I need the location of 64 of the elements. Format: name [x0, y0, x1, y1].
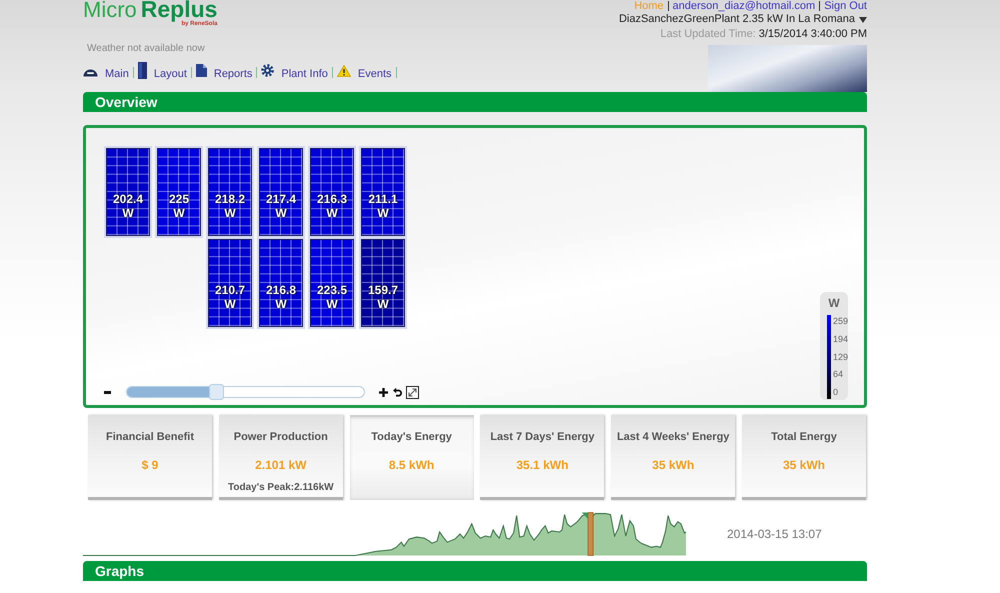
stat-card[interactable]: Total Energy 35 kWh [742, 415, 866, 500]
stat-title: Power Production [234, 430, 328, 444]
legend-tick: 0 [832, 387, 839, 397]
stat-title: Last 7 Days' Energy [490, 430, 594, 444]
stat-card[interactable]: Financial Benefit $ 9 [88, 415, 212, 500]
section-header: Overview [83, 92, 867, 112]
stat-value: 35.1 kWh [516, 458, 568, 472]
stat-value: 8.5 kWh [388, 458, 434, 472]
stat-card[interactable]: Last 4 Weeks' Energy 35 kWh [611, 415, 736, 500]
stat-card[interactable]: Last 7 Days' Energy 35.1 kWh [480, 415, 604, 500]
legend-tick: 129 [832, 352, 848, 362]
stat-title: Last 4 Weeks' Energy [616, 430, 730, 444]
nav-link[interactable]: Main [83, 68, 133, 80]
stat-value: 35 kWh [652, 458, 694, 472]
plus-icon[interactable] [379, 388, 388, 396]
stat-value: 2.101 kW [255, 458, 306, 472]
legend-unit: W [827, 296, 841, 310]
solar-panel[interactable]: 159.7 W [361, 239, 405, 327]
slider-handle[interactable] [209, 384, 224, 400]
stat-value: $ 9 [142, 458, 158, 472]
stat-title: Total Energy [771, 430, 837, 444]
solar-panel[interactable]: 225 W [157, 148, 201, 236]
solar-panel[interactable]: 216.3 W [310, 148, 354, 236]
nav-link[interactable]: Reports [192, 64, 256, 80]
account-link[interactable]: Sign Out [824, 0, 867, 12]
legend-tick: 259 [832, 316, 848, 326]
stat-card[interactable]: Power Production 2.101 kW Today's Peak:2.116kW [218, 415, 343, 500]
solar-panel[interactable]: 223.5 W [310, 239, 354, 327]
solar-panel[interactable]: 217.4 W [259, 148, 303, 236]
stat-title: Financial Benefit [106, 430, 194, 444]
peak-note: Today's Peak:2.116kW [228, 482, 334, 494]
weather-status: Weather not available now [87, 43, 206, 54]
plant-selector[interactable]: DiazSanchezGreenPlant 2.35 kW In La Romana [618, 13, 867, 26]
nav-link[interactable]: Layout [134, 62, 191, 80]
zoom-slider[interactable] [126, 386, 365, 398]
section-header: Graphs [83, 561, 867, 581]
minus-icon[interactable] [104, 390, 111, 394]
timestamp: 2014-03-15 13:07 [727, 526, 822, 540]
last-updated-label: Last Updated Time: [660, 28, 756, 41]
solar-panel[interactable]: 210.7 W [208, 239, 252, 327]
stat-value: 35 kWh [782, 458, 825, 472]
account-link[interactable]: anderson_diaz@hotmail.com [672, 0, 816, 12]
solar-panel[interactable]: 218.2 W [208, 148, 252, 236]
solar-panel[interactable]: 211.1 W [361, 148, 405, 236]
panel-icon [138, 62, 147, 79]
warning-icon [336, 65, 351, 77]
solar-panel[interactable]: 202.4 W [106, 148, 150, 236]
logo-wordmark: Replus [140, 0, 218, 22]
stat-card[interactable]: Today's Energy 8.5 kWh [350, 415, 474, 500]
time-marker[interactable] [582, 512, 594, 556]
undo-icon[interactable] [393, 387, 402, 397]
legend-tick: 194 [832, 334, 848, 344]
document-icon [196, 64, 207, 77]
nav-link[interactable]: Plant Info [257, 64, 332, 80]
gauge-icon [83, 68, 98, 77]
caret-icon [859, 16, 867, 22]
solar-panel[interactable]: 216.8 W [259, 239, 303, 327]
stat-title: Today's Energy [371, 430, 452, 444]
nav-link[interactable]: Events [332, 65, 396, 80]
legend-tick: 64 [832, 369, 844, 380]
expand-icon[interactable] [406, 386, 419, 398]
last-updated-value: 3/15/2014 3:40:00 PM [758, 28, 867, 41]
gear-icon [261, 64, 274, 77]
logo-prefix: Micro [83, 0, 137, 23]
